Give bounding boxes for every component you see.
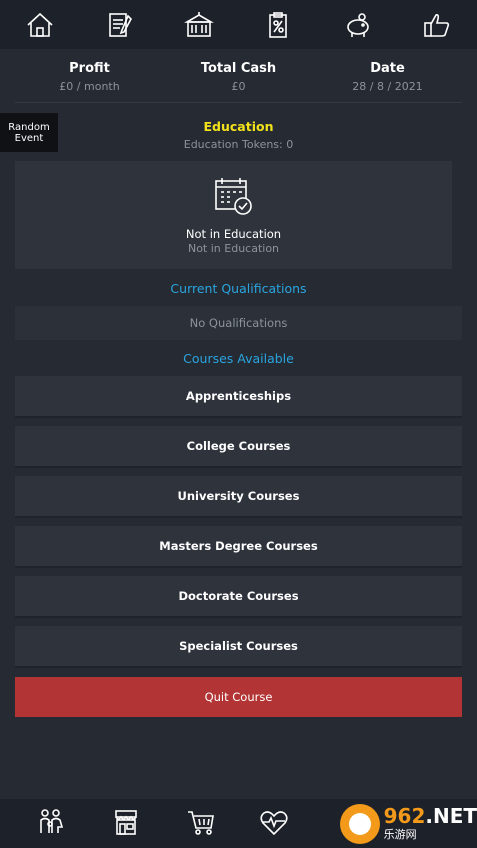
heart-pulse-icon[interactable] [259, 807, 293, 841]
date-stat: Date 28 / 8 / 2021 [313, 56, 462, 102]
education-status-sub: Not in Education [187, 242, 280, 255]
doctorate-courses-button[interactable]: Doctorate Courses [15, 576, 462, 618]
specialist-courses-button[interactable]: Specialist Courses [15, 626, 462, 668]
university-courses-button[interactable]: University Courses [15, 476, 462, 518]
date-value: 28 / 8 / 2021 [352, 80, 423, 93]
date-label: Date [370, 61, 405, 76]
profit-label: Profit [69, 61, 110, 76]
site-watermark: 962.NET 乐游网 [338, 799, 477, 848]
apprenticeships-button[interactable]: Apprenticeships [15, 376, 462, 418]
notepad-icon[interactable] [102, 8, 136, 42]
home-icon[interactable] [23, 8, 57, 42]
watermark-net: .NET [425, 803, 477, 828]
current-qualifications-title: Current Qualifications [170, 281, 307, 296]
watermark-number: 962 [383, 803, 426, 828]
calendar-check-icon [215, 178, 252, 215]
school-building-icon[interactable] [182, 8, 216, 42]
education-title: Education [203, 119, 274, 134]
education-status-card: Not in Education Not in Education [15, 161, 452, 269]
total-cash-stat: Total Cash £0 [164, 56, 313, 102]
top-nav-bar [0, 0, 477, 49]
profit-stat: Profit £0 / month [15, 56, 164, 102]
education-status-main: Not in Education [185, 227, 282, 241]
shop-icon[interactable] [111, 807, 145, 841]
piggy-bank-icon[interactable] [341, 8, 375, 42]
clipboard-icon[interactable] [261, 8, 295, 42]
family-icon[interactable] [36, 807, 70, 841]
profit-value: £0 / month [59, 80, 120, 93]
total-cash-value: £0 [231, 80, 246, 93]
thumbs-up-icon[interactable] [420, 8, 454, 42]
watermark-subtitle: 乐游网 [383, 827, 417, 841]
no-qualifications-text: No Qualifications [189, 316, 288, 330]
total-cash-label: Total Cash [200, 61, 277, 76]
quit-course-button[interactable]: Quit Course [15, 677, 462, 717]
stats-row: Profit £0 / month Total Cash £0 Date 28 … [15, 56, 462, 103]
watermark-text: 962.NET 乐游网 [384, 806, 477, 842]
courses-available-title: Courses Available [183, 351, 294, 366]
masters-degree-courses-button[interactable]: Masters Degree Courses [15, 526, 462, 568]
college-courses-button[interactable]: College Courses [15, 426, 462, 468]
education-tokens: Education Tokens: 0 [183, 138, 294, 151]
watermark-logo-icon [340, 803, 380, 844]
qualifications-list: No Qualifications [15, 306, 462, 340]
cart-icon[interactable] [186, 807, 220, 841]
